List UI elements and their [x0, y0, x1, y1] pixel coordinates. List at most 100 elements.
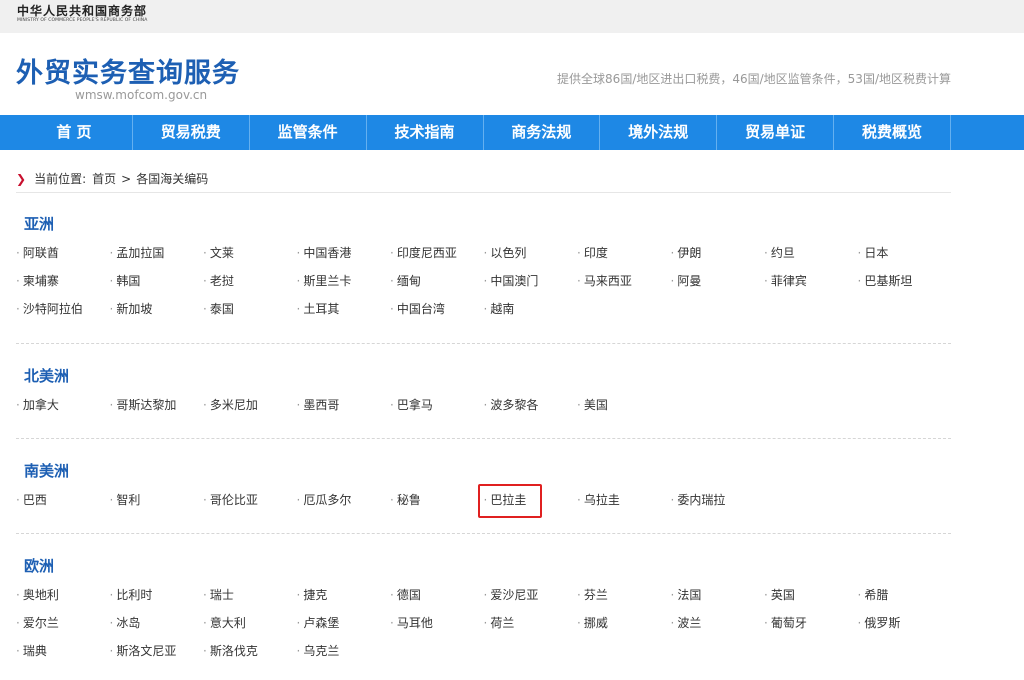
- country-link[interactable]: · 老挝: [203, 267, 297, 295]
- bullet-dot: ·: [109, 588, 114, 602]
- country-link[interactable]: · 波兰: [671, 609, 765, 637]
- country-link[interactable]: · 巴拿马: [390, 391, 484, 419]
- breadcrumb: ❯ 当前位置: 首页 > 各国海关编码: [16, 170, 208, 187]
- country-link[interactable]: · 巴西: [16, 486, 110, 514]
- country-link[interactable]: · 伊朗: [671, 239, 765, 267]
- country-link[interactable]: · 哥伦比亚: [203, 486, 297, 514]
- country-link[interactable]: · 巴拉圭: [477, 484, 578, 518]
- country-link[interactable]: · 俄罗斯: [858, 609, 952, 637]
- country-link[interactable]: · 马来西亚: [577, 267, 671, 295]
- country-label: 秘鲁: [396, 493, 421, 507]
- country-link[interactable]: · 墨西哥: [297, 391, 391, 419]
- country-link[interactable]: · 中国香港: [297, 239, 391, 267]
- country-link[interactable]: · 多米尼加: [203, 391, 297, 419]
- country-link[interactable]: · 乌克兰: [297, 637, 391, 665]
- country-link[interactable]: · 加拿大: [16, 391, 110, 419]
- country-label: 乌拉圭: [583, 493, 620, 507]
- country-label: 委内瑞拉: [677, 493, 726, 507]
- bullet-dot: ·: [577, 616, 581, 630]
- country-link[interactable]: · 印度: [577, 239, 671, 267]
- country-link[interactable]: · 爱尔兰: [16, 609, 110, 637]
- country-link[interactable]: · 斯洛伐克: [203, 637, 297, 665]
- country-link[interactable]: · 中国澳门: [484, 267, 578, 295]
- nav-home[interactable]: 首 页: [16, 115, 132, 150]
- country-link[interactable]: · 沙特阿拉伯: [16, 295, 110, 323]
- country-link[interactable]: · 瑞士: [203, 581, 297, 609]
- country-link[interactable]: · 挪威: [577, 609, 671, 637]
- country-label: 孟加拉国: [116, 246, 165, 260]
- nav-technical-guide[interactable]: 技术指南: [365, 115, 483, 150]
- nav-regulatory-conditions[interactable]: 监管条件: [248, 115, 366, 150]
- ministry-logo[interactable]: 中华人民共和国商务部 MINISTRY OF COMMERCE PEOPLE'S…: [17, 4, 147, 24]
- country-link[interactable]: · 秘鲁: [390, 486, 484, 514]
- region-title: 亚洲: [24, 215, 55, 233]
- country-link[interactable]: · 缅甸: [390, 267, 484, 295]
- bullet-dot: ·: [670, 588, 675, 602]
- bullet-dot: ·: [296, 644, 301, 658]
- country-link[interactable]: · 爱沙尼亚: [484, 581, 578, 609]
- country-link[interactable]: · 葡萄牙: [764, 609, 858, 637]
- country-link[interactable]: · 德国: [390, 581, 484, 609]
- country-link[interactable]: · 以色列: [484, 239, 578, 267]
- country-link[interactable]: · 荷兰: [484, 609, 578, 637]
- bullet-dot: ·: [16, 246, 20, 260]
- country-link[interactable]: · 波多黎各: [484, 391, 578, 419]
- country-link[interactable]: · 巴基斯坦: [858, 267, 952, 295]
- nav-commerce-laws[interactable]: 商务法规: [482, 115, 600, 150]
- country-link[interactable]: · 厄瓜多尔: [297, 486, 391, 514]
- country-link[interactable]: · 土耳其: [297, 295, 391, 323]
- country-link[interactable]: · 冰岛: [110, 609, 204, 637]
- country-label: 捷克: [303, 588, 328, 602]
- country-label: 约旦: [770, 246, 795, 260]
- country-link[interactable]: · 英国: [764, 581, 858, 609]
- country-link[interactable]: · 捷克: [297, 581, 391, 609]
- bullet-dot: ·: [764, 274, 768, 288]
- country-link[interactable]: · 日本: [858, 239, 952, 267]
- country-link[interactable]: · 乌拉圭: [577, 486, 671, 514]
- bullet-dot: ·: [483, 274, 488, 288]
- country-link[interactable]: · 意大利: [203, 609, 297, 637]
- country-link[interactable]: · 越南: [484, 295, 578, 323]
- country-link[interactable]: · 奥地利: [16, 581, 110, 609]
- country-link[interactable]: · 菲律宾: [764, 267, 858, 295]
- country-label: 厄瓜多尔: [303, 493, 352, 507]
- country-link[interactable]: · 柬埔寨: [16, 267, 110, 295]
- bullet-dot: ·: [296, 616, 301, 630]
- country-link[interactable]: · 中国台湾: [390, 295, 484, 323]
- country-link[interactable]: · 泰国: [203, 295, 297, 323]
- region-divider: [16, 343, 951, 344]
- nav-trade-tax[interactable]: 贸易税费: [131, 115, 249, 150]
- country-link[interactable]: · 芬兰: [577, 581, 671, 609]
- top-bar: 中华人民共和国商务部 MINISTRY OF COMMERCE PEOPLE'S…: [0, 0, 1024, 33]
- country-link[interactable]: · 卢森堡: [297, 609, 391, 637]
- nav-foreign-laws[interactable]: 境外法规: [599, 115, 716, 150]
- country-link[interactable]: · 印度尼西亚: [390, 239, 484, 267]
- country-link[interactable]: · 瑞典: [16, 637, 110, 665]
- country-label: 斯里兰卡: [303, 274, 352, 288]
- nav-trade-documents[interactable]: 贸易单证: [716, 115, 833, 150]
- breadcrumb-home-link[interactable]: 首页: [92, 170, 116, 187]
- country-link[interactable]: · 斯里兰卡: [297, 267, 391, 295]
- country-link[interactable]: · 阿曼: [671, 267, 765, 295]
- country-link[interactable]: · 韩国: [110, 267, 204, 295]
- bullet-dot: ·: [483, 616, 488, 630]
- country-link[interactable]: · 智利: [110, 486, 204, 514]
- country-link[interactable]: · 约旦: [764, 239, 858, 267]
- country-link[interactable]: · 哥斯达黎加: [110, 391, 204, 419]
- country-link[interactable]: · 阿联酋: [16, 239, 110, 267]
- country-link[interactable]: · 新加坡: [110, 295, 204, 323]
- bullet-dot: ·: [577, 274, 581, 288]
- country-link[interactable]: · 美国: [577, 391, 671, 419]
- country-link[interactable]: · 文莱: [203, 239, 297, 267]
- country-label: 荷兰: [490, 616, 515, 630]
- nav-tax-overview[interactable]: 税费概览: [833, 115, 951, 150]
- country-link[interactable]: · 委内瑞拉: [671, 486, 765, 514]
- country-link[interactable]: · 孟加拉国: [110, 239, 204, 267]
- country-link[interactable]: · 比利时: [110, 581, 204, 609]
- site-title[interactable]: 外贸实务查询服务: [16, 51, 240, 90]
- country-label: 乌克兰: [303, 644, 340, 658]
- country-link[interactable]: · 马耳他: [390, 609, 484, 637]
- country-link[interactable]: · 斯洛文尼亚: [110, 637, 204, 665]
- country-link[interactable]: · 法国: [671, 581, 765, 609]
- country-link[interactable]: · 希腊: [858, 581, 952, 609]
